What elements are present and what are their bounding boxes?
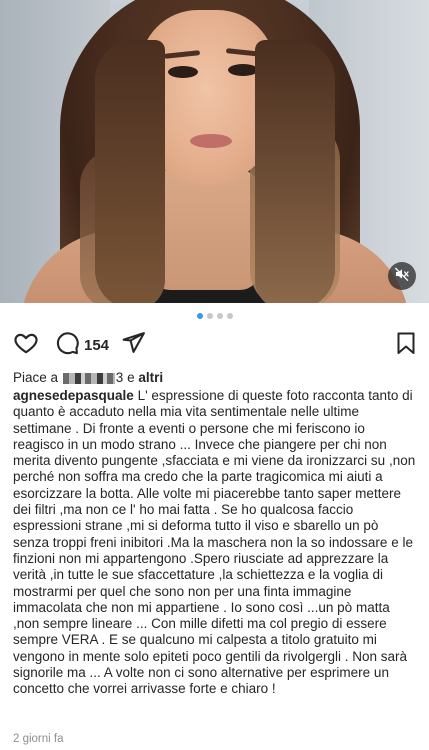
carousel-dot xyxy=(216,313,223,319)
likes-line[interactable]: Piace a 3 e altri xyxy=(13,370,163,385)
redacted-username xyxy=(62,372,115,384)
action-bar: 154 xyxy=(13,331,418,359)
post-timestamp: 2 giorni fa xyxy=(13,733,64,745)
likes-prefix: Piace a xyxy=(13,370,59,385)
post-caption: agnesedepasquale L' espressione di quest… xyxy=(13,388,418,698)
share-button[interactable] xyxy=(121,331,146,359)
like-button[interactable] xyxy=(13,331,39,359)
likes-others-link[interactable]: altri xyxy=(138,370,163,385)
liker-username[interactable]: 3 xyxy=(62,370,127,385)
carousel-dot xyxy=(206,313,213,319)
carousel-dot xyxy=(226,313,233,319)
bookmark-icon xyxy=(394,330,418,361)
likes-suffix: e xyxy=(127,370,135,385)
paper-plane-icon xyxy=(121,330,146,360)
caption-username[interactable]: agnesedepasquale xyxy=(13,388,134,403)
caption-text: L' espressione di queste foto racconta t… xyxy=(13,388,416,697)
comment-button[interactable]: 154 xyxy=(55,331,109,359)
comment-count: 154 xyxy=(84,336,110,354)
comment-bubble-icon xyxy=(55,330,80,360)
save-button[interactable] xyxy=(394,331,418,359)
mute-button[interactable] xyxy=(388,262,416,290)
carousel-dot-active xyxy=(196,313,203,319)
post-photo[interactable] xyxy=(0,0,429,303)
heart-outline-icon xyxy=(13,330,39,361)
carousel-indicator xyxy=(0,313,429,321)
speaker-muted-icon xyxy=(394,266,410,287)
